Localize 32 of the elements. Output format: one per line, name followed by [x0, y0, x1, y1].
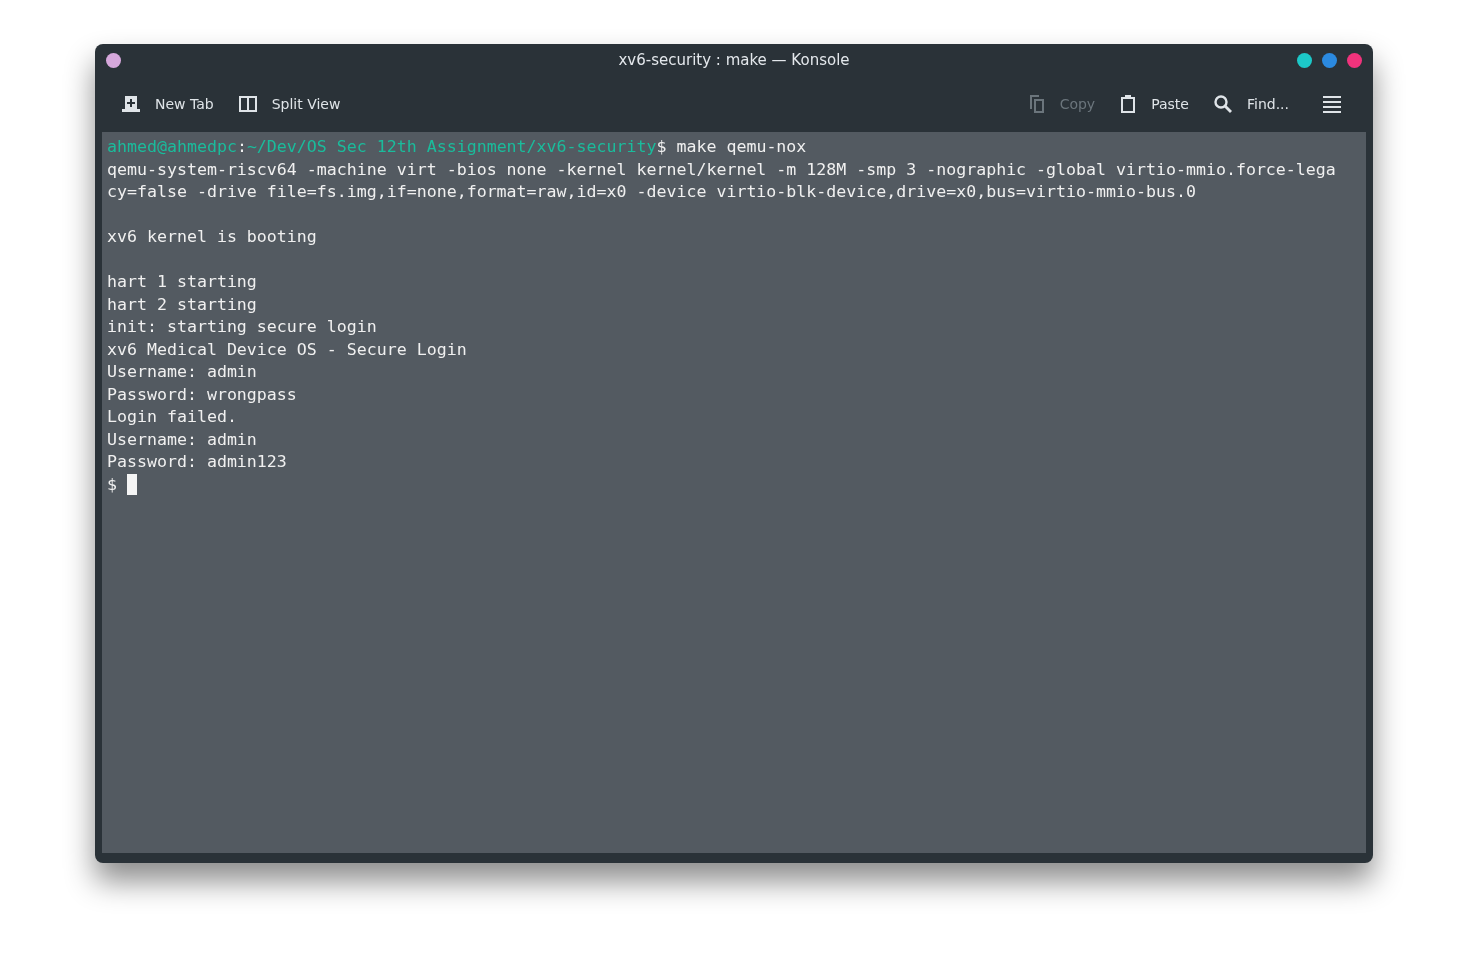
prompt-text: ~/Dev/OS Sec 12th Assignment/xv6-security — [246, 136, 657, 158]
terminal-text: $ make qemu-nox — [656, 136, 807, 158]
new-tab-button[interactable]: New Tab — [115, 89, 220, 119]
window-menu-button[interactable] — [106, 52, 121, 68]
prompt-text: ahmed@ahmedpc — [107, 136, 237, 158]
terminal-line: xv6 kernel is booting — [107, 226, 317, 248]
window-control-button[interactable] — [1322, 52, 1337, 68]
shell-prompt: $ — [107, 473, 117, 496]
terminal-line: xv6 Medical Device OS - Secure Login — [107, 338, 467, 361]
terminal-line: Username: admin — [107, 428, 257, 451]
split-view-button[interactable]: Split View — [231, 89, 347, 119]
terminal-line: Password: admin123 — [107, 451, 287, 473]
terminal-text: : — [236, 136, 247, 158]
find-button[interactable]: Find... — [1206, 88, 1295, 120]
window-control-button[interactable] — [1297, 52, 1312, 68]
window-control-button[interactable] — [1347, 52, 1362, 68]
terminal-line: hart 1 starting — [107, 271, 257, 293]
terminal-line: hart 2 starting — [107, 293, 257, 316]
terminal-line: cy=false -drive file=fs.img,if=none,format=raw,id=x0 -device virtio-blk-device,drive=x0,bus=virtio-mmio-bus.0 — [107, 181, 1196, 203]
paste-button[interactable]: Paste — [1113, 88, 1195, 120]
terminal-line: qemu-system-riscv64 -machine virt -bios none -kernel kernel/kernel -m 128M -smp 3 -nographic -global virtio-mmio.force-lega — [107, 158, 1336, 181]
window-title: xv6-security : make — Konsole — [618, 51, 850, 69]
terminal-line: Password: wrongpass — [107, 383, 297, 406]
menu-icon — [1323, 95, 1341, 113]
clipboard-icon — [1119, 94, 1138, 114]
search-icon — [1212, 94, 1233, 114]
terminal-line: Login failed. — [107, 406, 237, 428]
split-view-icon — [237, 95, 258, 113]
copy-icon — [1027, 94, 1046, 114]
terminal-line: Username: admin — [107, 361, 257, 383]
terminal-line: init: starting secure login — [107, 316, 377, 338]
new-tab-icon — [121, 95, 141, 113]
